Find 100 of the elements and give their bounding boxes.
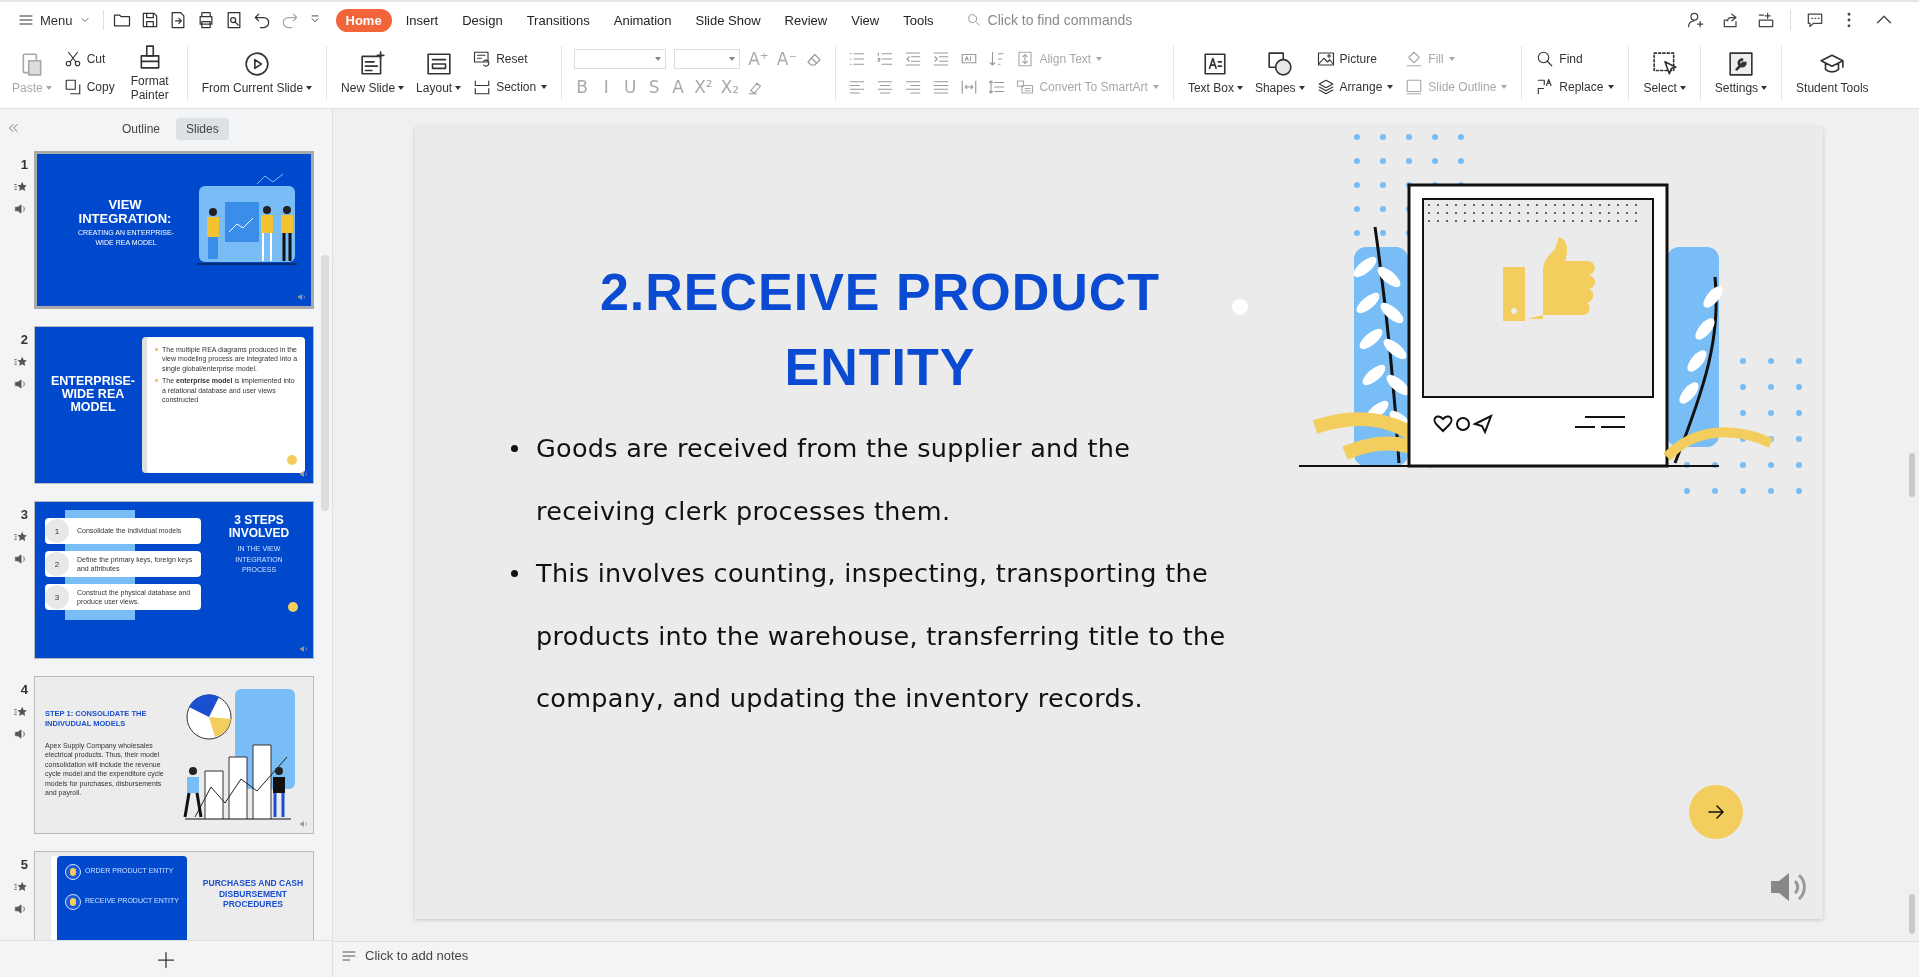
menu-button[interactable]: Menu [14, 8, 95, 32]
replace-button[interactable]: Replace [1534, 77, 1617, 97]
layers-button[interactable]: Arrange [1314, 77, 1396, 97]
bullet-square [155, 379, 158, 383]
outdent-icon [904, 50, 923, 68]
search-icon [965, 12, 982, 28]
speaker-icon [14, 902, 28, 916]
add-slide-button[interactable] [156, 949, 176, 970]
slide-title: VIEW INTEGRATION: [77, 198, 173, 226]
panel-tab[interactable]: Outline [112, 118, 171, 140]
ribbon-tab[interactable]: Slide Show [685, 8, 771, 32]
step-number: 2 [45, 552, 69, 576]
font-name-field[interactable] [574, 49, 667, 69]
speaker-icon [14, 202, 28, 216]
reset-icon [473, 50, 492, 68]
slide-title: 3 STEPS INVOLVED [227, 514, 291, 540]
speaker-icon [14, 377, 28, 391]
animation-star-icon [14, 180, 28, 194]
speaker-icon [299, 644, 309, 654]
graduation-cap-button[interactable]: Student Tools [1790, 38, 1875, 108]
notes-field[interactable]: Click to add notes [365, 948, 515, 963]
next-dot [287, 455, 297, 465]
distribute-icon [960, 78, 979, 96]
search-button[interactable]: Find [1534, 49, 1617, 69]
justify-icon [932, 78, 951, 96]
notes-icon [341, 948, 357, 964]
slide-number: 3 [20, 506, 28, 522]
slide-number: 4 [20, 681, 28, 697]
next-dot [288, 602, 298, 612]
reset-button[interactable]: Reset [471, 49, 550, 69]
align-right-icon [904, 78, 923, 96]
line-spacing-icon [988, 78, 1007, 96]
plus-icon [156, 949, 176, 970]
animation-star-icon [14, 880, 28, 894]
speaker-icon [297, 292, 307, 302]
new-slide-icon [359, 50, 386, 77]
copy-icon [63, 78, 82, 96]
ribbon-tab[interactable]: Animation [603, 8, 682, 32]
copy-button[interactable]: Copy [61, 77, 117, 97]
search-icon [1536, 50, 1555, 68]
cut-button[interactable]: Cut [61, 49, 117, 69]
step-number: 3 [45, 585, 69, 609]
brush-button[interactable]: Format Painter [120, 38, 179, 108]
ribbon-tab[interactable]: Design [452, 8, 513, 32]
slide-outline-icon [1405, 78, 1424, 96]
slide-title: PURCHASES AND CASH DISBURSEMENT PROCEDURES [201, 878, 305, 910]
shapes-icon [1266, 50, 1293, 77]
slide-number: 2 [20, 331, 28, 347]
indent-icon [932, 50, 951, 68]
bullet-dot [511, 445, 518, 452]
scrollbar-thumb[interactable] [1909, 894, 1915, 934]
speaker-icon [14, 552, 28, 566]
ribbon-tab[interactable]: Insert [395, 8, 449, 32]
font-size-field[interactable] [674, 49, 741, 69]
animation-star-icon [14, 530, 28, 544]
panel-tab[interactable]: Slides [176, 118, 229, 140]
slide-thumbnail[interactable] [34, 676, 314, 834]
play-button[interactable]: From Current Slide [195, 38, 319, 108]
scrollbar-thumb[interactable] [1909, 453, 1915, 497]
section-icon [473, 78, 492, 96]
bucket-icon [1405, 50, 1424, 68]
slide-thumbnail[interactable] [34, 326, 314, 484]
align-center-icon [876, 78, 895, 96]
play-icon [243, 50, 270, 77]
command-search-field[interactable]: Click to find commands [985, 10, 1190, 30]
replace-icon [1536, 78, 1555, 96]
text-box-icon [1202, 50, 1229, 77]
bullet-square [155, 348, 158, 351]
speaker-icon [299, 819, 309, 829]
sort-icon [988, 50, 1007, 68]
bullet-dot [511, 570, 518, 577]
task-list-icon[interactable] [1756, 10, 1776, 30]
settings-button[interactable]: Settings [1708, 38, 1774, 108]
layers-icon [1316, 78, 1335, 96]
new-slide-button[interactable]: New Slide [335, 38, 411, 108]
menu-icon [18, 12, 34, 28]
next-button[interactable] [1689, 785, 1743, 839]
slide-number: 5 [20, 856, 28, 872]
picture-button[interactable]: Picture [1314, 49, 1396, 69]
align-text-icon [1016, 50, 1035, 68]
scrollbar[interactable] [321, 255, 329, 511]
speaker-icon [299, 469, 309, 479]
slide-title: ENTERPRISE-WIDE REA MODEL [49, 375, 136, 415]
layout-button[interactable]: Layout [410, 38, 468, 108]
add-user-icon[interactable] [1686, 10, 1706, 30]
ribbon-tab[interactable]: View [841, 8, 890, 32]
picture-icon [1316, 50, 1335, 68]
cut-icon [63, 50, 82, 68]
layout-icon [425, 50, 452, 77]
ribbon-tab[interactable]: Tools [893, 8, 944, 32]
numbered-list-icon [876, 50, 895, 68]
text-box-button[interactable]: Text Box [1181, 38, 1249, 108]
align-left-icon [848, 78, 867, 96]
ribbon-tab[interactable]: Transitions [516, 8, 600, 32]
section-button[interactable]: Section [471, 77, 550, 97]
select-button[interactable]: Select [1637, 38, 1692, 108]
shapes-button[interactable]: Shapes [1248, 38, 1311, 108]
ribbon-tab[interactable]: Review [774, 8, 838, 32]
bullet-list-icon [848, 50, 867, 68]
animation-star-icon [14, 705, 28, 719]
